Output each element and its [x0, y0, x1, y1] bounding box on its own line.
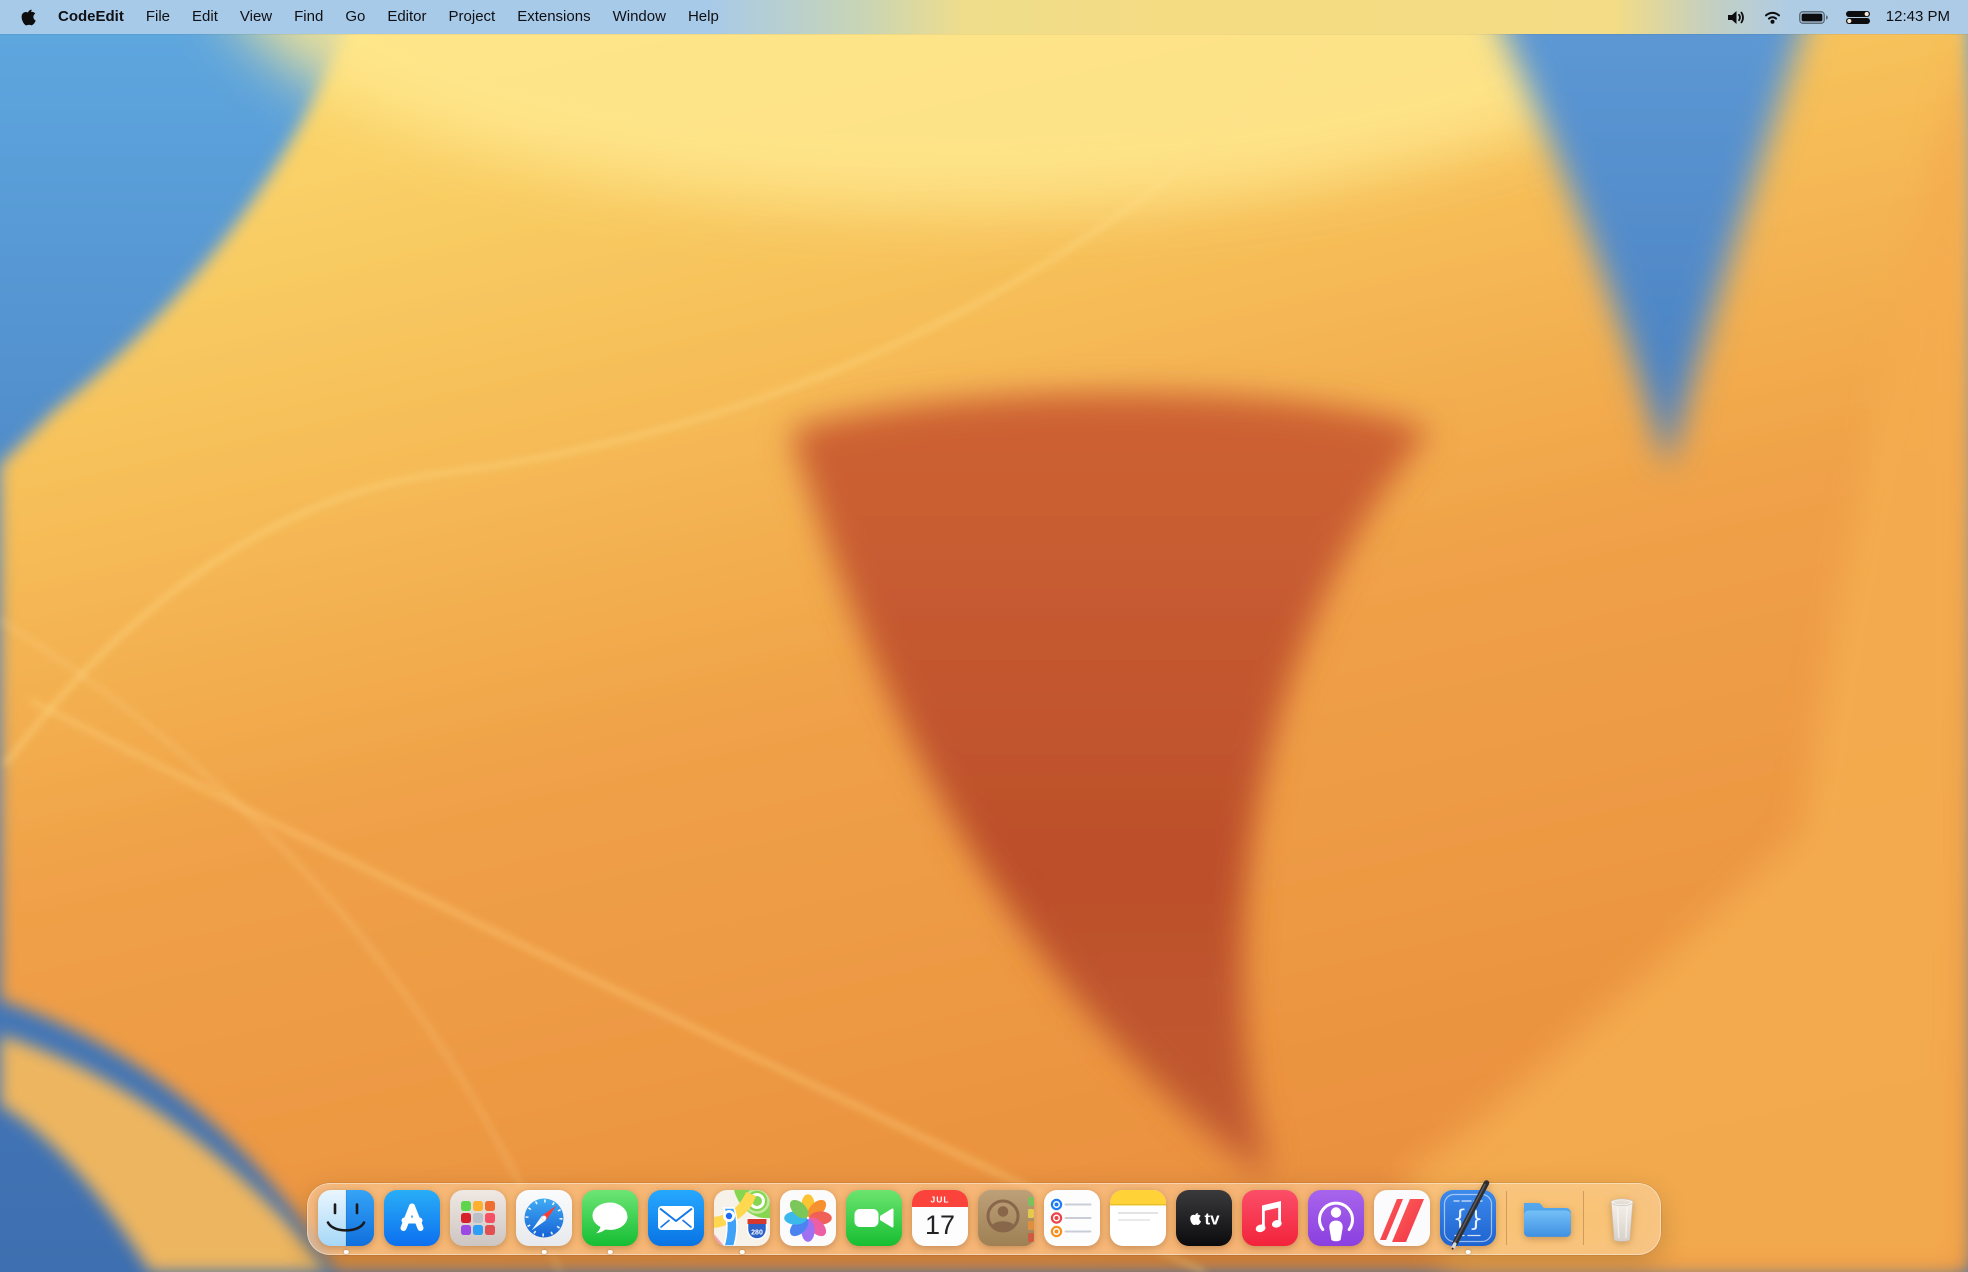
dock-separator [1506, 1191, 1507, 1245]
mail-icon [648, 1190, 704, 1246]
launchpad-icon [450, 1190, 506, 1246]
notes-icon [1110, 1190, 1166, 1246]
dock-item-finder[interactable] [318, 1190, 374, 1246]
dock-item-calendar[interactable]: JUL 17 [912, 1190, 968, 1246]
music-icon [1242, 1190, 1298, 1246]
svg-text:tv: tv [1205, 1210, 1221, 1229]
svg-text:17: 17 [925, 1210, 955, 1240]
desktop: CodeEdit File Edit View Find Go Editor P… [0, 0, 1968, 1272]
app-store-icon [384, 1190, 440, 1246]
trash-icon [1594, 1190, 1650, 1246]
calendar-icon: JUL 17 [912, 1190, 968, 1246]
menu-item-edit[interactable]: Edit [181, 0, 229, 34]
dock-item-notes[interactable] [1110, 1190, 1166, 1246]
menu-bar: CodeEdit File Edit View Find Go Editor P… [0, 0, 1968, 34]
dock-separator [1583, 1191, 1584, 1245]
volume-icon[interactable] [1727, 10, 1746, 25]
dock-item-codeedit[interactable]: { } [1440, 1190, 1496, 1246]
running-indicator [608, 1250, 613, 1255]
podcasts-icon [1308, 1190, 1364, 1246]
dock-item-facetime[interactable] [846, 1190, 902, 1246]
menu-bar-status: 12:43 PM [1710, 0, 1968, 34]
menu-app-name[interactable]: CodeEdit [47, 0, 135, 34]
menu-bar-clock[interactable]: 12:43 PM [1886, 0, 1950, 34]
svg-text:JUL: JUL [930, 1195, 949, 1205]
running-indicator [1466, 1250, 1471, 1255]
menu-item-go[interactable]: Go [334, 0, 376, 34]
running-indicator [344, 1250, 349, 1255]
wifi-icon[interactable] [1763, 10, 1782, 24]
messages-icon [582, 1190, 638, 1246]
apple-menu[interactable] [16, 0, 47, 34]
menu-item-window[interactable]: Window [602, 0, 677, 34]
dock-item-safari[interactable] [516, 1190, 572, 1246]
wallpaper-ventura [0, 0, 1968, 1272]
menu-item-editor[interactable]: Editor [376, 0, 437, 34]
dock-item-contacts[interactable] [978, 1190, 1034, 1246]
finder-icon [318, 1190, 374, 1246]
folder-icon [1517, 1190, 1573, 1246]
menu-item-file[interactable]: File [135, 0, 181, 34]
menu-item-project[interactable]: Project [438, 0, 507, 34]
dock: 280 [307, 1183, 1661, 1255]
dock-item-photos[interactable] [780, 1190, 836, 1246]
facetime-icon [846, 1190, 902, 1246]
codeedit-icon: { } [1440, 1190, 1496, 1246]
dock-item-maps[interactable]: 280 [714, 1190, 770, 1246]
battery-icon[interactable] [1799, 11, 1828, 24]
apple-logo-icon [20, 9, 37, 26]
dock-item-folder[interactable] [1517, 1190, 1573, 1246]
dock-item-app-store[interactable] [384, 1190, 440, 1246]
menu-item-find[interactable]: Find [283, 0, 334, 34]
apple-tv-icon: tv [1176, 1190, 1232, 1246]
svg-text:280: 280 [751, 1230, 763, 1237]
menu-item-extensions[interactable]: Extensions [506, 0, 601, 34]
dock-item-mail[interactable] [648, 1190, 704, 1246]
dock-item-reminders[interactable] [1044, 1190, 1100, 1246]
running-indicator [740, 1250, 745, 1255]
dock-item-tv[interactable]: tv [1176, 1190, 1232, 1246]
photos-icon [780, 1190, 836, 1246]
dock-item-trash[interactable] [1594, 1190, 1650, 1246]
running-indicator [542, 1250, 547, 1255]
dock-item-messages[interactable] [582, 1190, 638, 1246]
contacts-icon [978, 1190, 1034, 1246]
menu-item-help[interactable]: Help [677, 0, 730, 34]
menu-bar-left: CodeEdit File Edit View Find Go Editor P… [0, 0, 730, 34]
reminders-icon [1044, 1190, 1100, 1246]
control-center-icon[interactable] [1845, 11, 1871, 24]
menu-item-view[interactable]: View [229, 0, 283, 34]
dock-item-launchpad[interactable] [450, 1190, 506, 1246]
news-icon [1374, 1190, 1430, 1246]
dock-item-music[interactable] [1242, 1190, 1298, 1246]
maps-icon: 280 [714, 1190, 770, 1246]
dock-area: 280 [0, 1183, 1968, 1255]
safari-icon [516, 1190, 572, 1246]
dock-item-podcasts[interactable] [1308, 1190, 1364, 1246]
dock-item-news[interactable] [1374, 1190, 1430, 1246]
